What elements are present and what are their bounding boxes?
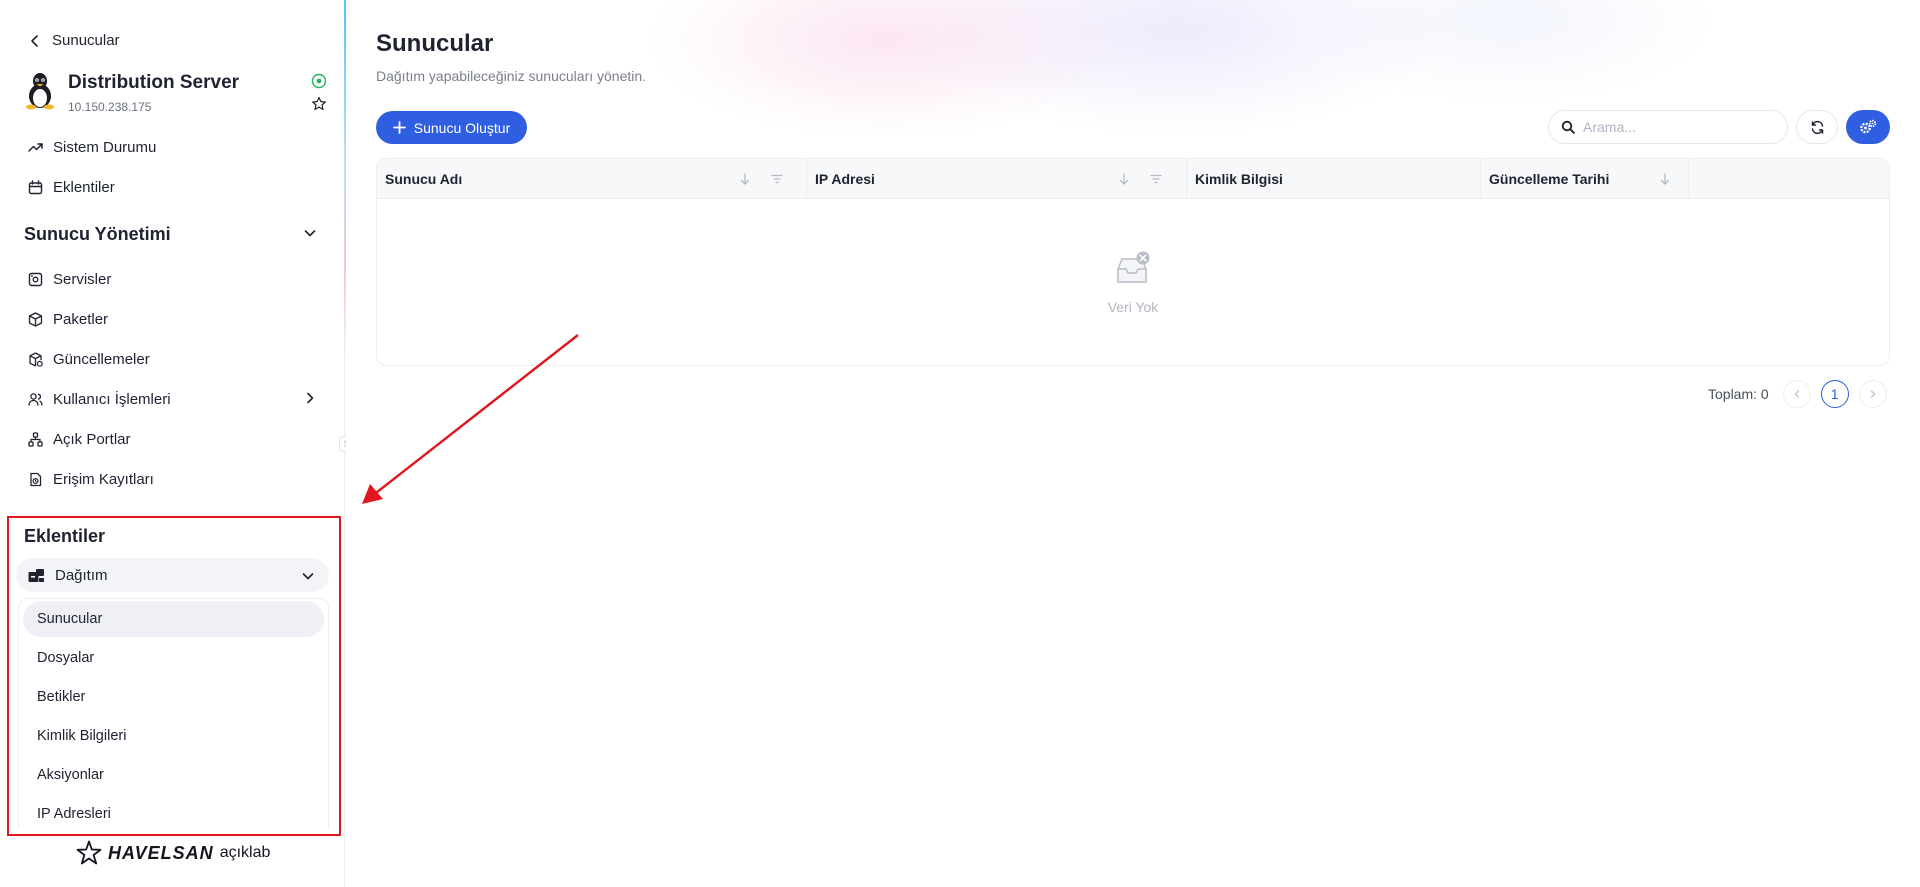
refresh-button[interactable] <box>1796 110 1838 144</box>
main-content: Sunucular Dağıtım yapabileceğiniz sunucu… <box>346 0 1920 887</box>
plugin-item-scripts[interactable]: Betikler <box>23 679 324 715</box>
sort-arrow-icon[interactable] <box>1659 172 1671 186</box>
column-header-updated-at[interactable]: Güncelleme Tarihi <box>1481 159 1689 199</box>
server-management-section-title: Sunucu Yönetimi <box>24 224 171 244</box>
refresh-icon <box>1810 120 1825 135</box>
table-header: Sunucu Adı IP Adresi Kimlik Bilgisi Günc… <box>377 159 1889 199</box>
favorite-star-icon[interactable] <box>311 96 327 112</box>
server-header: Distribution Server 10.150.238.175 <box>24 70 329 118</box>
linux-tux-icon <box>24 72 56 110</box>
sidebar-item-open-ports[interactable]: Açık Portlar <box>28 427 131 451</box>
page-subtitle: Dağıtım yapabileceğiniz sunucuları yönet… <box>376 68 647 84</box>
sidebar-item-label: Erişim Kayıtları <box>53 470 154 488</box>
server-name: Distribution Server <box>68 72 240 93</box>
create-server-button[interactable]: Sunucu Oluştur <box>376 111 527 144</box>
plugin-item-credentials[interactable]: Kimlik Bilgileri <box>23 718 324 754</box>
plugin-item-files[interactable]: Dosyalar <box>23 640 324 676</box>
column-header-ip-address[interactable]: IP Adresi <box>807 159 1187 199</box>
page-title: Sunucular <box>376 30 494 57</box>
plugin-item-actions[interactable]: Aksiyonlar <box>23 757 324 793</box>
empty-state-text: Veri Yok <box>1107 299 1159 315</box>
sidebar-item-label: Eklentiler <box>53 178 115 196</box>
sidebar-item-services[interactable]: Servisler <box>28 267 111 291</box>
chevron-down-icon[interactable] <box>303 226 317 240</box>
logs-icon <box>28 472 43 487</box>
sort-arrow-icon[interactable] <box>739 172 751 186</box>
sidebar: Sunucular Distribution Server 10.150.238… <box>0 0 347 887</box>
pagination: Toplam: 0 1 <box>1708 380 1887 408</box>
plugin-submenu: Sunucular Dosyalar Betikler Kimlik Bilgi… <box>18 598 329 828</box>
package-icon <box>28 311 43 327</box>
empty-inbox-icon <box>1115 251 1151 287</box>
sidebar-item-user-operations[interactable]: Kullanıcı İşlemleri <box>28 387 328 411</box>
sidebar-item-label: Açık Portlar <box>53 430 131 448</box>
star-logo-icon <box>76 840 102 866</box>
plugin-item-servers[interactable]: Sunucular <box>23 601 324 637</box>
brand-name: HAVELSAN <box>108 842 214 863</box>
settings-button[interactable] <box>1846 110 1890 144</box>
server-ip: 10.150.238.175 <box>68 100 152 114</box>
package-refresh-icon <box>28 351 43 367</box>
next-page-button[interactable] <box>1858 380 1887 408</box>
total-count: Toplam: 0 <box>1708 386 1769 402</box>
sort-arrow-icon[interactable] <box>1118 172 1130 186</box>
chevron-down-icon <box>301 569 315 583</box>
gears-icon <box>1859 119 1877 135</box>
sidebar-item-label: Kullanıcı İşlemleri <box>53 390 171 408</box>
empty-state: Veri Yok <box>377 199 1889 365</box>
trending-up-icon <box>28 140 43 155</box>
sidebar-item-system-status[interactable]: Sistem Durumu <box>28 135 156 159</box>
plugins-section-title: Eklentiler <box>24 526 106 546</box>
page-number-button[interactable]: 1 <box>1820 380 1849 408</box>
previous-page-button[interactable] <box>1782 380 1811 408</box>
chevron-left-icon <box>28 34 42 48</box>
filter-icon[interactable] <box>771 172 783 186</box>
chevron-right-icon <box>303 391 317 405</box>
brand-suffix: açıklab <box>219 844 271 861</box>
search-input[interactable] <box>1583 119 1773 135</box>
plugin-group-distribution[interactable]: Dağıtım <box>16 558 329 592</box>
back-link-label: Sunucular <box>52 32 120 49</box>
servers-table: Sunucu Adı IP Adresi Kimlik Bilgisi Günc… <box>376 158 1890 366</box>
sidebar-item-label: Sistem Durumu <box>53 138 157 156</box>
column-separator <box>1688 159 1689 199</box>
sidebar-item-packages[interactable]: Paketler <box>28 307 108 331</box>
sidebar-item-plugins[interactable]: Eklentiler <box>28 175 115 199</box>
online-status-icon <box>311 73 327 89</box>
sidebar-item-label: Güncellemeler <box>53 350 150 368</box>
brand-logo: HAVELSAN açıklab <box>76 840 270 866</box>
sidebar-item-label: Servisler <box>53 270 112 288</box>
back-to-servers-link[interactable]: Sunucular <box>28 32 120 49</box>
search-icon <box>1561 120 1575 134</box>
sidebar-item-label: Paketler <box>53 310 109 328</box>
distribution-icon <box>28 568 45 583</box>
plugin-item-ip-addresses[interactable]: IP Adresleri <box>23 796 324 828</box>
users-icon <box>28 392 43 407</box>
server-icon <box>28 272 43 287</box>
calendar-icon <box>28 179 43 195</box>
network-icon <box>28 431 43 447</box>
sidebar-item-access-logs[interactable]: Erişim Kayıtları <box>28 467 154 491</box>
plugin-group-label: Dağıtım <box>55 566 108 584</box>
search-field[interactable] <box>1548 110 1788 144</box>
column-header-credential[interactable]: Kimlik Bilgisi <box>1187 159 1481 199</box>
create-server-label: Sunucu Oluştur <box>413 119 511 136</box>
filter-icon[interactable] <box>1150 172 1162 186</box>
plus-icon <box>392 121 406 134</box>
sidebar-item-updates[interactable]: Güncellemeler <box>28 347 150 371</box>
